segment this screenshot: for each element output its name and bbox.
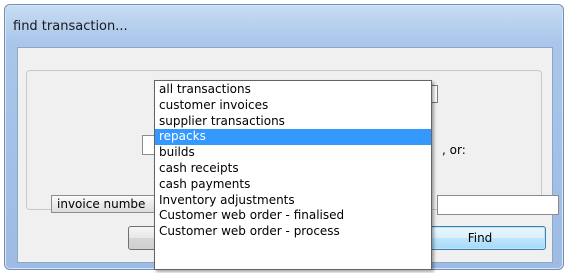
dropdown-option[interactable]: supplier transactions [155, 114, 431, 130]
window-title: find transaction... [13, 19, 128, 34]
dropdown-option[interactable]: Inventory adjustments [155, 193, 431, 209]
find-button[interactable]: Find [414, 226, 546, 250]
dropdown-option[interactable]: Customer web order - process [155, 224, 431, 240]
invoice-number-button[interactable]: invoice numbe [51, 195, 157, 213]
dropdown-option[interactable]: builds [155, 145, 431, 161]
dropdown-option[interactable]: Customer web order - finalised [155, 208, 431, 224]
transaction-type-dropdown: all transactions customer invoices supplie… [154, 80, 432, 270]
or-label: , or: [442, 143, 466, 157]
title-bar[interactable]: find transaction... [5, 5, 563, 43]
dropdown-option[interactable]: cash receipts [155, 161, 431, 177]
dropdown-option[interactable]: repacks [155, 129, 431, 146]
dropdown-option[interactable]: cash payments [155, 177, 431, 193]
invoice-number-input[interactable] [437, 195, 559, 215]
dropdown-option[interactable]: customer invoices [155, 98, 431, 114]
dropdown-option[interactable]: all transactions [155, 82, 431, 98]
